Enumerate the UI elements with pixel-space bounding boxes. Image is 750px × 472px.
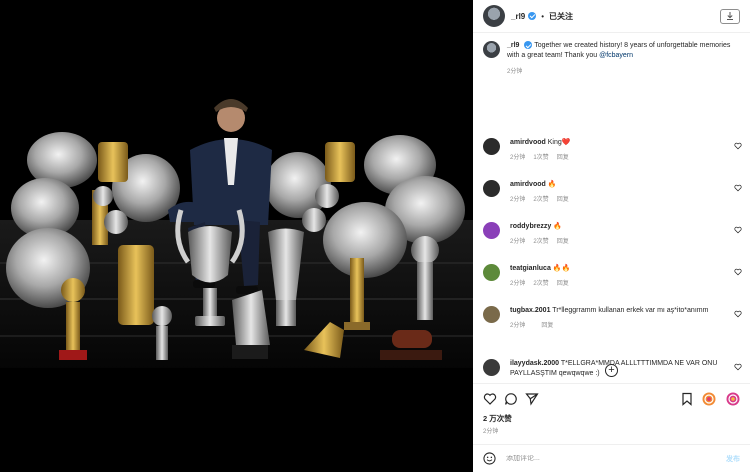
comment-heart-icon[interactable] xyxy=(734,226,742,234)
heart-icon[interactable] xyxy=(483,392,497,406)
comment-body: amirdvood King❤️ 2分钟 1次赞 回复 xyxy=(510,138,725,163)
comment-meta: 2分钟 回复 xyxy=(510,322,725,332)
comment-meta: 2分钟 2次赞 回复 xyxy=(510,280,725,290)
comment-reply[interactable]: 回复 xyxy=(557,239,569,245)
post-panel: _rl9 • 已关注 _rl9 Together we created hist… xyxy=(473,0,750,472)
commenter-username[interactable]: amirdvood xyxy=(510,181,546,188)
download-icon[interactable] xyxy=(720,8,740,24)
commenter-avatar[interactable] xyxy=(483,138,500,155)
comment-emoji: 🔥 xyxy=(547,181,557,188)
caption-avatar[interactable] xyxy=(483,41,500,58)
comment-meta: 2分钟 2次赞 回复 xyxy=(510,238,725,248)
comment-heart-icon[interactable] xyxy=(734,363,742,371)
caption-username[interactable]: _rl9 xyxy=(507,42,519,49)
comment-emoji: 🔥🔥 xyxy=(552,265,571,272)
comment-heart-icon[interactable] xyxy=(734,184,742,192)
comment-likes[interactable]: 1次赞 xyxy=(533,155,548,161)
commenter-avatar[interactable] xyxy=(483,180,500,197)
comment-body: teatgianluca 🔥🔥 2分钟 2次赞 回复 xyxy=(510,264,725,289)
commenter-avatar[interactable] xyxy=(483,359,500,376)
comment-emoji: 🔥 xyxy=(553,223,562,230)
separator-dot: • xyxy=(541,11,545,21)
extension-icon-1[interactable] xyxy=(702,392,716,406)
comment-body: amirdvood 🔥 2分钟 2次赞 回复 xyxy=(510,180,725,205)
publish-button[interactable]: 发布 xyxy=(726,454,740,464)
comment-reply[interactable]: 回复 xyxy=(557,155,569,161)
like-count[interactable]: 2 万次赞 xyxy=(483,413,512,424)
comment-heart-icon[interactable] xyxy=(734,268,742,276)
comment-time: 2分钟 xyxy=(510,322,526,329)
download-glyph xyxy=(727,12,733,20)
send-icon[interactable] xyxy=(525,392,539,406)
comment-time: 2分钟 xyxy=(510,238,526,245)
comment-input[interactable] xyxy=(506,455,676,462)
comment-item: tugbax.2001 Tr*lleggrramm kullanan erkek… xyxy=(473,306,750,331)
comments-scroll[interactable]: _rl9 Together we created history! 8 year… xyxy=(473,33,750,383)
comment-time: 2分钟 xyxy=(510,154,526,161)
comment-likes[interactable]: 2次赞 xyxy=(533,197,548,203)
comment-likes[interactable]: 2次赞 xyxy=(533,281,548,287)
action-bar xyxy=(473,383,750,413)
caption-mention-link[interactable]: @fcbayern xyxy=(599,52,633,59)
add-comment-bar: 发布 xyxy=(473,444,750,472)
comment-emoji: ❤️ xyxy=(561,139,571,146)
commenter-username[interactable]: ilayydask.2000 xyxy=(510,360,559,367)
comment-reply[interactable]: 回复 xyxy=(557,281,569,287)
comment-icon[interactable] xyxy=(504,392,518,406)
caption-verified-icon xyxy=(524,41,533,50)
post-caption: _rl9 Together we created history! 8 year… xyxy=(473,33,750,77)
caption-time: 2分钟 xyxy=(507,69,523,75)
comment-heart-icon[interactable] xyxy=(734,310,742,318)
comment-item: amirdvood 🔥 2分钟 2次赞 回复 xyxy=(473,180,750,205)
verified-icon xyxy=(528,12,537,20)
comment-item: teatgianluca 🔥🔥 2分钟 2次赞 回复 xyxy=(473,264,750,289)
smiley-icon[interactable] xyxy=(483,452,496,465)
comment-time: 2分钟 xyxy=(510,280,526,287)
comment-item: roddybrezzy 🔥 2分钟 2次赞 回复 xyxy=(473,222,750,247)
comment-body: tugbax.2001 Tr*lleggrramm kullanan erkek… xyxy=(510,306,725,331)
comment-likes[interactable]: 2次赞 xyxy=(533,239,548,245)
commenter-avatar[interactable] xyxy=(483,264,500,281)
author-avatar[interactable] xyxy=(483,5,505,27)
commenter-username[interactable]: teatgianluca xyxy=(510,265,551,272)
comment-item: amirdvood King❤️ 2分钟 1次赞 回复 xyxy=(473,138,750,163)
comment-reply[interactable]: 回复 xyxy=(541,323,553,329)
follow-status-button[interactable]: 已关注 xyxy=(549,11,573,22)
commenter-avatar[interactable] xyxy=(483,306,500,323)
extension-icon-2[interactable] xyxy=(726,392,740,406)
post-time: 2分钟 xyxy=(483,429,499,435)
comment-heart-icon[interactable] xyxy=(734,142,742,150)
post-photo[interactable] xyxy=(0,0,473,472)
commenter-username[interactable]: amirdvood xyxy=(510,139,546,146)
comment-reply[interactable]: 回复 xyxy=(557,197,569,203)
bookmark-icon[interactable] xyxy=(680,392,694,406)
commenter-username[interactable]: tugbax.2001 xyxy=(510,307,550,314)
comment-text: King xyxy=(547,139,562,146)
comment-time: 2分钟 xyxy=(510,196,526,203)
comment-body: roddybrezzy 🔥 2分钟 2次赞 回复 xyxy=(510,222,725,247)
commenter-username[interactable]: roddybrezzy xyxy=(510,223,551,230)
commenter-avatar[interactable] xyxy=(483,222,500,239)
author-username[interactable]: _rl9 xyxy=(511,12,525,21)
post-header: _rl9 • 已关注 xyxy=(473,0,750,33)
plus-circle-icon[interactable]: + xyxy=(605,364,618,377)
comment-text: Tr*lleggrramm kullanan erkek var mı aş*i… xyxy=(552,307,709,314)
comment-meta: 2分钟 1次赞 回复 xyxy=(510,154,725,164)
comment-meta: 2分钟 2次赞 回复 xyxy=(510,196,725,206)
trophy-photo-illustration xyxy=(0,0,473,472)
